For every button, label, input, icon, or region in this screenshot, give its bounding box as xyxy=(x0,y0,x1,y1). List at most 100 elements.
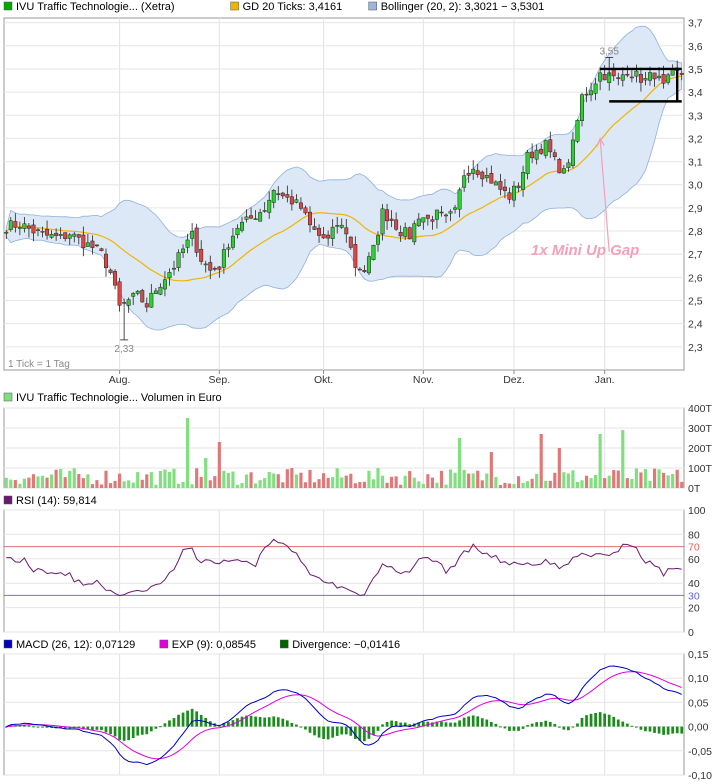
volume-bar xyxy=(589,478,593,488)
y-tick-label: 3,7 xyxy=(688,18,703,30)
volume-bar xyxy=(480,480,484,488)
y-tick-label: 3,3 xyxy=(688,110,703,122)
legend-label: Bollinger (20, 2): 3,3021 − 3,5301 xyxy=(381,1,545,13)
candle-body xyxy=(276,193,281,196)
volume-bar xyxy=(59,468,63,488)
divergence-bar xyxy=(322,726,325,739)
candle-body xyxy=(380,208,385,235)
legend-label: MACD (26, 12): 0,07129 xyxy=(16,639,135,651)
divergence-bar xyxy=(145,726,149,735)
candle-body xyxy=(58,234,63,236)
divergence-bar xyxy=(127,726,131,741)
divergence-bar xyxy=(594,712,597,727)
divergence-bar xyxy=(662,726,665,735)
candle-body xyxy=(434,209,439,220)
divergence-bar xyxy=(290,723,294,727)
volume-bar xyxy=(385,482,389,488)
volume-bar xyxy=(213,476,217,488)
divergence-bar xyxy=(285,720,289,727)
candle-body xyxy=(8,220,13,230)
volume-bar xyxy=(376,468,380,488)
volume-bar xyxy=(435,482,439,488)
volume-bar xyxy=(548,480,552,488)
volume-bar xyxy=(149,472,153,488)
candle-body xyxy=(172,267,176,270)
volume-bar xyxy=(652,468,657,488)
volume-bar xyxy=(535,473,539,488)
candle-body xyxy=(425,214,430,219)
gap-annotation-text: 1x Mini Up Gap xyxy=(531,242,639,259)
legend-label: GD 20 Ticks: 3,4161 xyxy=(243,1,343,13)
divergence-bar xyxy=(240,716,244,727)
candle-body xyxy=(308,211,312,226)
divergence-bar xyxy=(149,726,153,732)
candle-body xyxy=(176,252,181,268)
volume-bar xyxy=(263,478,267,488)
candle-body xyxy=(317,227,322,236)
candle-body xyxy=(416,218,421,227)
volume-bar xyxy=(181,481,185,488)
candle-body xyxy=(421,217,426,223)
volume-bar xyxy=(489,452,493,488)
candle-body xyxy=(226,247,231,250)
candle-body xyxy=(244,216,249,220)
candle-body xyxy=(584,93,589,96)
volume-bar xyxy=(408,471,412,488)
y-tick-label: 80 xyxy=(688,529,700,541)
candle-body xyxy=(439,211,444,214)
volume-bar xyxy=(54,469,58,488)
candle-body xyxy=(303,207,308,214)
volume-bar xyxy=(322,473,326,488)
candle-body xyxy=(593,83,598,94)
y-tick-label: 0,15 xyxy=(688,649,709,661)
candle-body xyxy=(430,219,435,222)
candle-body xyxy=(326,234,331,239)
divergence-bar xyxy=(476,716,480,727)
volume-bar xyxy=(453,472,457,488)
volume-bar xyxy=(571,470,575,488)
volume-bar xyxy=(50,474,54,488)
candle-body xyxy=(31,224,36,234)
candle-body xyxy=(398,232,403,237)
divergence-bar xyxy=(131,726,135,739)
candle-body xyxy=(104,253,108,269)
volume-bar xyxy=(68,470,72,488)
y-tick-label: 2,3 xyxy=(688,342,703,354)
divergence-bar xyxy=(136,726,140,736)
candle-body xyxy=(321,234,326,239)
candle-body xyxy=(185,239,190,248)
volume-bar xyxy=(204,458,208,488)
candle-body xyxy=(108,269,113,273)
candle-body xyxy=(294,199,299,203)
candle-body xyxy=(530,151,535,159)
volume-bar xyxy=(281,482,285,488)
volume-bar xyxy=(326,477,330,488)
volume-bar xyxy=(90,484,94,488)
candle-body xyxy=(330,226,335,239)
volume-bar xyxy=(331,477,335,488)
divergence-bar xyxy=(109,726,112,735)
volume-bar xyxy=(195,468,199,488)
volume-bar xyxy=(539,434,543,488)
y-tick-label: 40 xyxy=(688,578,700,590)
volume-bar xyxy=(18,483,22,488)
volume-bar xyxy=(317,479,321,488)
volume-bar xyxy=(471,473,475,488)
divergence-bar xyxy=(118,726,121,740)
candle-body xyxy=(625,73,630,76)
divergence-bar xyxy=(494,723,498,727)
candle-body xyxy=(512,185,516,201)
candle-body xyxy=(394,219,399,230)
candle-body xyxy=(126,299,131,306)
volume-bar xyxy=(81,478,85,488)
y-tick-label: 3,1 xyxy=(688,157,703,169)
candle-body xyxy=(657,75,662,79)
y-tick-label: 300T xyxy=(688,423,713,435)
candle-body xyxy=(240,221,244,231)
candle-body xyxy=(570,139,575,166)
candle-body xyxy=(602,74,607,81)
candle-body xyxy=(376,235,380,245)
divergence-bar xyxy=(440,721,443,727)
volume-bar xyxy=(439,470,444,488)
volume-bar xyxy=(580,480,584,488)
